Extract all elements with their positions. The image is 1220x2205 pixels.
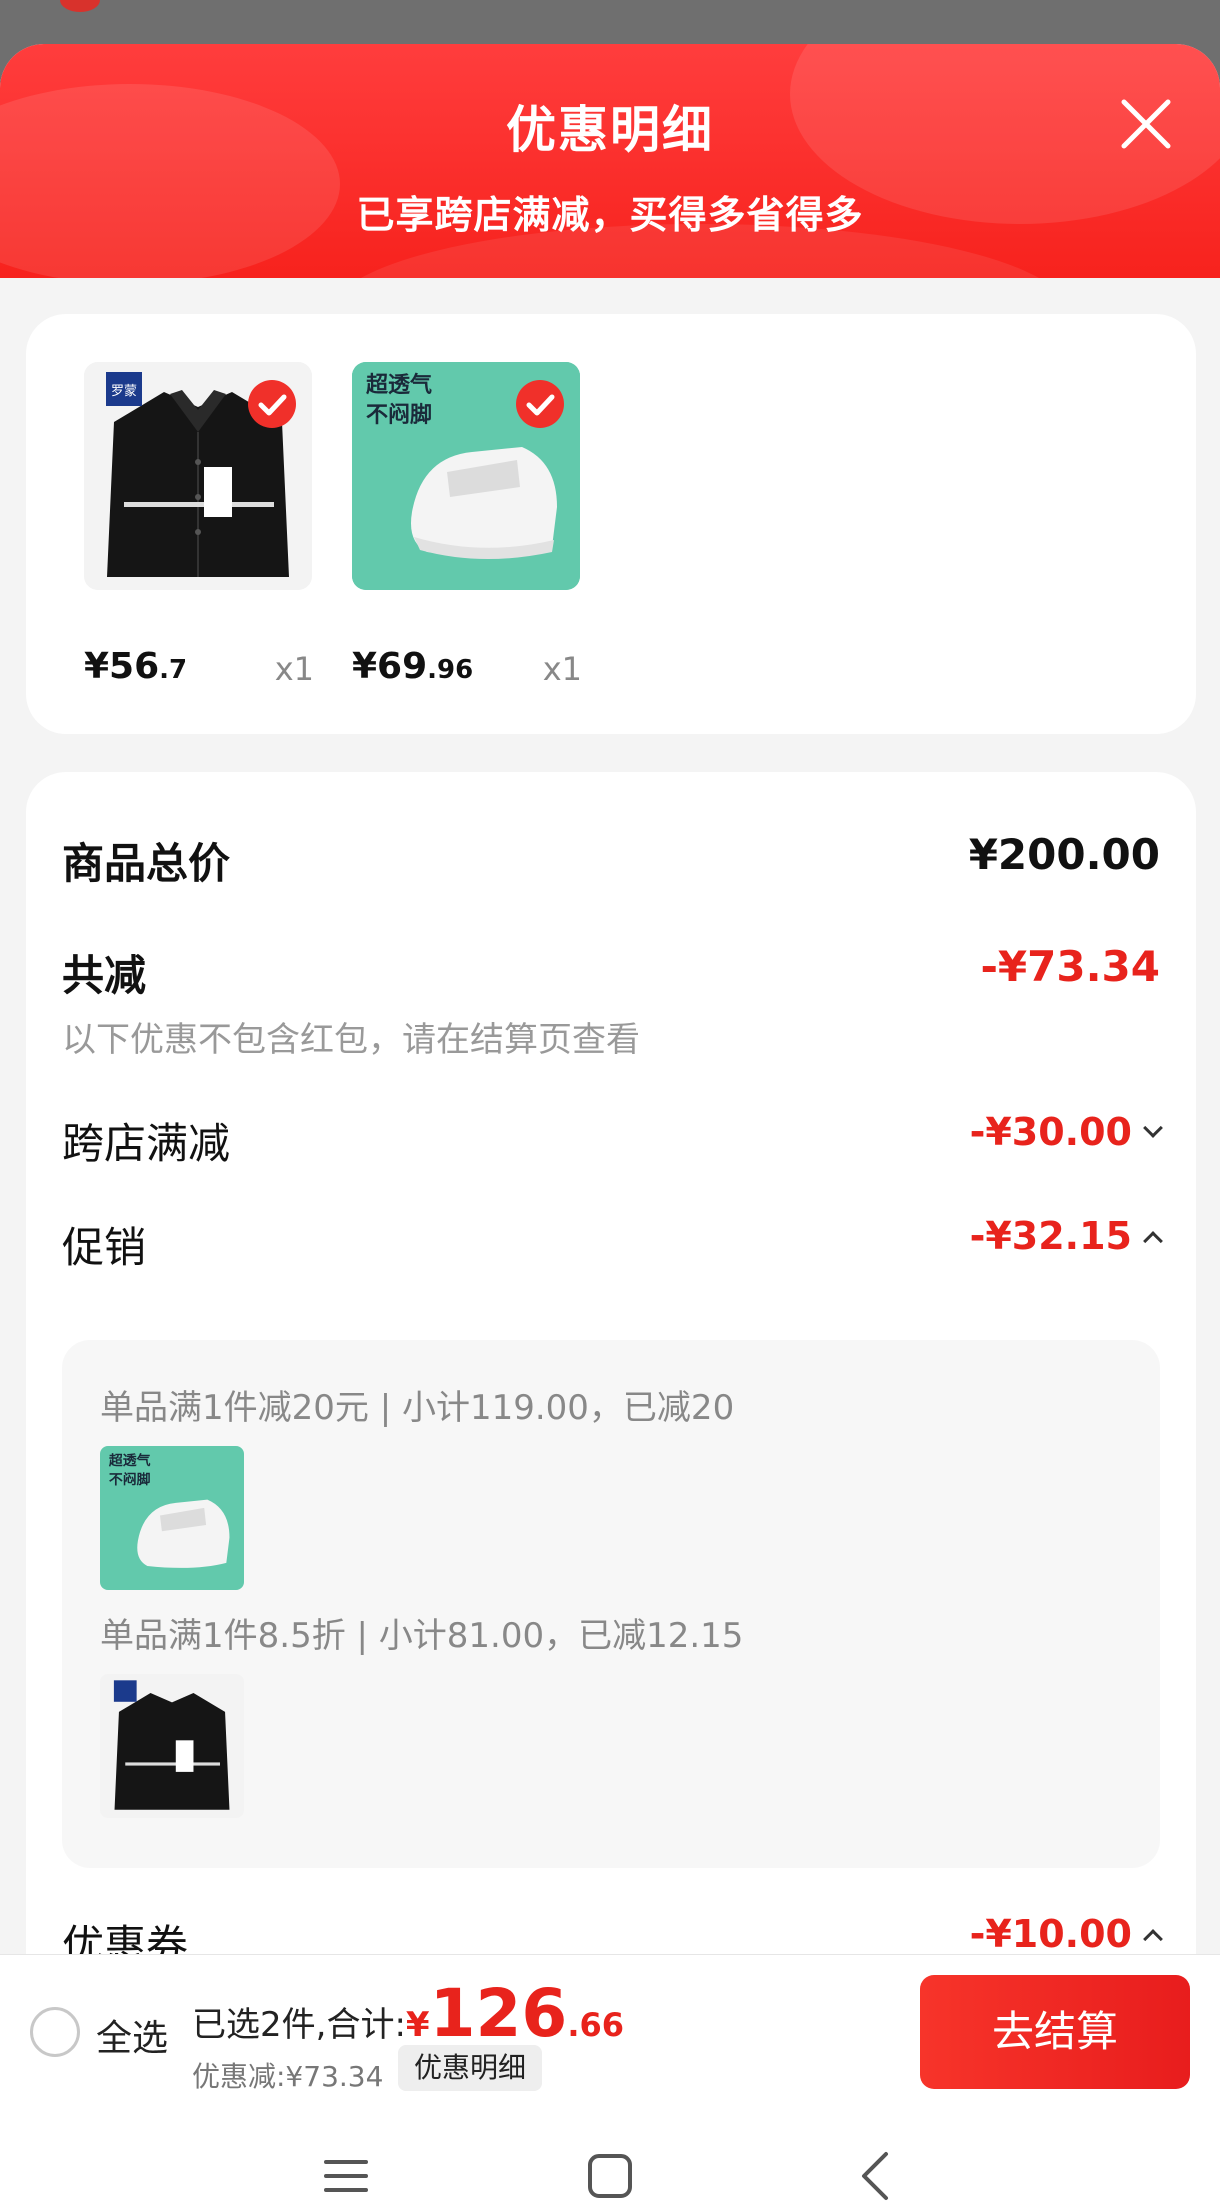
- sheet-title: 优惠明细: [506, 101, 714, 159]
- promotion-line: 单品满1件减20元 | 小计119.00，已减20: [100, 1388, 735, 1428]
- shoe-illustration: 超透气 不闷脚: [100, 1446, 244, 1590]
- discount-detail-sheet: 优惠明细 已享跨店满减，买得多省得多 罗蒙 ¥56.7 x1 超透气 不闷脚 ¥…: [0, 44, 1220, 2205]
- shirt-thumbnail: [100, 1674, 244, 1818]
- svg-text:超透气: 超透气: [366, 372, 432, 398]
- product-price: ¥56.7: [84, 646, 188, 687]
- check-icon: [258, 394, 287, 416]
- selected-count-text: 已选2件,合计:: [192, 2005, 406, 2045]
- total-summary: 已选2件,合计:¥126.66: [192, 1975, 624, 2052]
- chevron-down-icon: [1143, 1117, 1163, 1138]
- cross-store-row[interactable]: -¥30.00: [969, 1110, 1163, 1154]
- chevron-up-icon: [1143, 1230, 1163, 1251]
- promotion-line: 单品满1件8.5折 | 小计81.00，已减12.15: [100, 1616, 744, 1656]
- back-icon: [862, 2152, 888, 2200]
- shoe-image: 超透气 不闷脚: [352, 362, 580, 590]
- close-icon: [1121, 99, 1171, 149]
- nav-back-button[interactable]: [846, 2146, 906, 2205]
- currency-symbol: ¥: [405, 2005, 430, 2045]
- select-all-radio[interactable]: [30, 2007, 80, 2057]
- svg-text:超透气: 超透气: [108, 1452, 151, 1469]
- selected-check[interactable]: [248, 380, 296, 428]
- home-square-icon: [588, 2154, 632, 2198]
- checkout-bar: 全选 已选2件,合计:¥126.66 优惠减:¥73.34 优惠明细 去结算: [0, 1954, 1220, 2104]
- product-quantity: x1: [274, 650, 314, 688]
- discount-note: 以下优惠不包含红包，请在结算页查看: [62, 1020, 640, 1060]
- system-nav-bar: [0, 2104, 1220, 2205]
- promotion-detail-box: 单品满1件减20元 | 小计119.00，已减20 超透气 不闷脚 单品满1件8…: [62, 1340, 1160, 1868]
- sheet-header: 优惠明细 已享跨店满减，买得多省得多: [0, 44, 1220, 278]
- svg-text:不闷脚: 不闷脚: [109, 1471, 151, 1488]
- svg-text:不闷脚: 不闷脚: [366, 403, 432, 428]
- shirt-illustration: [100, 1674, 244, 1818]
- coupon-row[interactable]: -¥10.00: [969, 1912, 1163, 1956]
- background-dot: [60, 0, 100, 12]
- check-icon: [526, 394, 555, 416]
- nav-home-button[interactable]: [580, 2146, 640, 2205]
- total-reduction-label: 共减: [62, 951, 147, 1000]
- sheet-subtitle: 已享跨店满减，买得多省得多: [356, 193, 864, 237]
- promotion-row[interactable]: -¥32.15: [969, 1214, 1163, 1258]
- checkout-button[interactable]: 去结算: [920, 1975, 1190, 2089]
- discount-amount-text: 优惠减:¥73.34: [192, 2060, 384, 2093]
- select-all-label[interactable]: 全选: [96, 2009, 168, 2061]
- menu-icon: [324, 2160, 368, 2192]
- total-price-value: ¥200.00: [968, 830, 1160, 879]
- total-price-label: 商品总价: [62, 839, 231, 888]
- selected-check[interactable]: [516, 380, 564, 428]
- coupon-value: -¥10.00: [969, 1912, 1132, 1956]
- product-quantity: x1: [542, 650, 582, 688]
- products-card: 罗蒙 ¥56.7 x1 超透气 不闷脚 ¥69.96 x1: [26, 314, 1196, 734]
- total-reduction-value: -¥73.34: [980, 942, 1160, 991]
- nav-menu-button[interactable]: [316, 2146, 376, 2205]
- discount-detail-button[interactable]: 优惠明细: [398, 2045, 543, 2091]
- shoe-thumbnail: 超透气 不闷脚: [100, 1446, 244, 1590]
- cross-store-value: -¥30.00: [969, 1110, 1132, 1154]
- promotion-label: 促销: [62, 1223, 147, 1272]
- svg-text:罗蒙: 罗蒙: [111, 384, 137, 399]
- promotion-value: -¥32.15: [969, 1214, 1132, 1258]
- chevron-up-icon: [1143, 1928, 1163, 1949]
- shirt-image: 罗蒙: [84, 362, 312, 590]
- product-item-shoe[interactable]: 超透气 不闷脚 ¥69.96 x1: [352, 362, 582, 702]
- total-amount-decimal: .66: [567, 2006, 625, 2044]
- total-amount-integer: 126: [429, 1975, 568, 2052]
- product-item-shirt[interactable]: 罗蒙 ¥56.7 x1: [84, 362, 314, 702]
- close-button[interactable]: [1118, 96, 1174, 152]
- product-price: ¥69.96: [352, 646, 474, 687]
- cross-store-label: 跨店满减: [62, 1119, 231, 1168]
